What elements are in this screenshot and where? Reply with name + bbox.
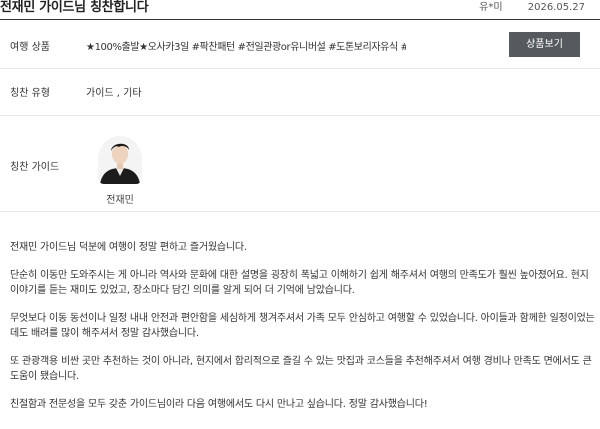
review-paragraph: 친절함과 전문성을 모두 갖춘 가이드님이라 다음 여행에서도 다시 만나고 싶… (10, 398, 428, 410)
guide-avatar (98, 136, 142, 184)
review-date: 2026.05.27 (527, 2, 585, 13)
review-paragraph: 전재민 가이드님 덕분에 여행이 정말 편하고 즐거웠습니다. (10, 242, 247, 253)
praise-guide-label: 칭찬 가이드 (10, 162, 60, 173)
review-meta: 유*미 2026.05.27 (479, 0, 585, 16)
review-content: 전재민 가이드님 덕분에 여행이 정말 편하고 즐거웠습니다. 단순히 이동만 … (10, 240, 595, 424)
review-title: 전재민 가이드님 칭찬합니다 (0, 0, 149, 15)
guide-name: 전재민 (106, 195, 134, 206)
praise-type-label: 칭찬 유형 (10, 88, 50, 99)
product-row: 여행 상품 ★100%출발★오사카3일 #팍찬패턴 #전일관광or유니버설 #도… (0, 21, 600, 69)
author-name: 유*미 (479, 2, 503, 13)
product-label: 여행 상품 (10, 42, 50, 53)
review-header: 전재민 가이드님 칭찬합니다 유*미 2026.05.27 (0, 0, 600, 20)
review-paragraph: 단순히 이동만 도와주시는 게 아니라 역사와 문화에 대한 설명을 굉장히 폭… (10, 269, 589, 297)
product-name: ★100%출발★오사카3일 #팍찬패턴 #전일관광or유니버설 #도톤보리자유식… (86, 42, 406, 53)
review-paragraph: 또 관광객용 비싼 곳만 추천하는 것이 아니라, 현지에서 합리적으로 즐길 … (10, 355, 592, 383)
view-product-button[interactable]: 상품보기 (509, 32, 580, 57)
praise-type-value: 가이드 , 기타 (86, 88, 142, 99)
review-paragraph: 무엇보다 이동 동선이나 일정 내내 안전과 편안함을 세심하게 챙겨주셔서 가… (10, 312, 595, 340)
praise-guide-row: 칭찬 가이드 전재민 (0, 116, 600, 212)
praise-type-row: 칭찬 유형 가이드 , 기타 (0, 69, 600, 116)
